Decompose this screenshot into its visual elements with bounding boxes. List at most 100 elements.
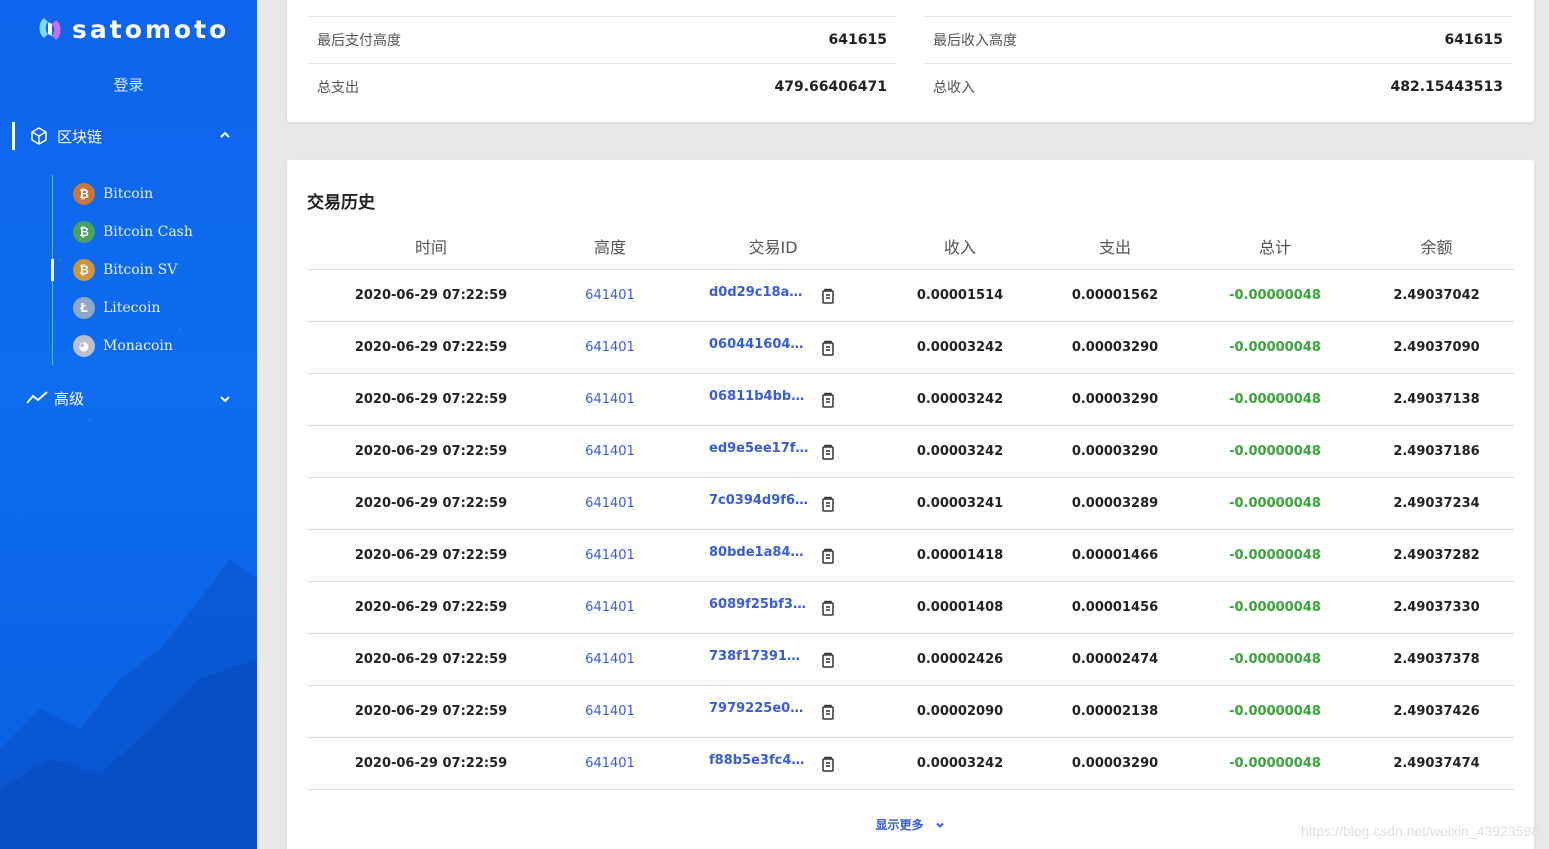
tx-income: 0.00001418 (916, 548, 1004, 563)
tx-height-link[interactable]: 641401 (555, 704, 665, 719)
trend-line-icon (26, 391, 48, 404)
last-received-height-row: 最后收入高度 641615 (923, 16, 1513, 63)
transaction-table: 时间 高度 交易ID 收入 支出 总计 余额 2020-06-29 07:22:… (307, 222, 1514, 790)
summary-label: 最后支付高度 (317, 33, 401, 49)
tx-id-link[interactable]: 80bde1a84f9f… (709, 545, 809, 560)
copy-icon[interactable] (819, 599, 837, 617)
tx-height-link[interactable]: 641401 (555, 392, 665, 407)
litecoin-icon: Ł (73, 297, 95, 319)
column-header-income[interactable]: 收入 (881, 234, 1039, 258)
copy-icon[interactable] (819, 547, 837, 565)
column-header-expense[interactable]: 支出 (1039, 234, 1191, 258)
section-title: 交易历史 (307, 193, 375, 213)
login-link[interactable]: 登录 (0, 74, 257, 95)
sidebar-item-litecoin[interactable]: Ł Litecoin (53, 289, 242, 327)
sidebar-item-monacoin[interactable]: ◕ Monacoin (53, 327, 242, 365)
tx-expense: 0.00002474 (1071, 652, 1159, 667)
tx-height-link[interactable]: 641401 (555, 340, 665, 355)
tx-total: -0.00000048 (1229, 756, 1321, 771)
tx-id-link[interactable]: d0d29c18a10… (709, 285, 809, 300)
table-row: 2020-06-29 07:22:59 641401 7c0394d9f64… 0.0… (307, 478, 1514, 530)
tx-time: 2020-06-29 07:22:59 (354, 600, 508, 615)
copy-icon[interactable] (819, 391, 837, 409)
tx-income: 0.00003242 (916, 444, 1004, 459)
tx-id-link[interactable]: 7c0394d9f64… (709, 493, 809, 508)
tx-id-cell: 060441604b8… (665, 337, 881, 357)
copy-icon[interactable] (819, 495, 837, 513)
chevron-down-icon (935, 822, 944, 828)
watermark: https://blog.csdn.net/weixin_43923598 (1300, 823, 1539, 839)
tx-time: 2020-06-29 07:22:59 (354, 548, 508, 563)
tx-height-link[interactable]: 641401 (555, 444, 665, 459)
copy-icon[interactable] (819, 755, 837, 773)
nav-blockchain[interactable]: 区块链 (12, 120, 242, 152)
column-header-height[interactable]: 高度 (555, 234, 665, 258)
tx-income: 0.00002426 (916, 652, 1004, 667)
table-header: 时间 高度 交易ID 收入 支出 总计 余额 (307, 222, 1514, 270)
table-row: 2020-06-29 07:22:59 641401 738f173915b… 0.0… (307, 634, 1514, 686)
sidebar-item-label: Bitcoin Cash (103, 224, 193, 240)
summary-label: 总收入 (933, 80, 975, 96)
tx-income: 0.00002090 (916, 704, 1004, 719)
tx-height-link[interactable]: 641401 (555, 496, 665, 511)
monacoin-icon: ◕ (73, 335, 95, 357)
table-row: 2020-06-29 07:22:59 641401 7979225e063… 0.0… (307, 686, 1514, 738)
tx-balance: 2.49037234 (1393, 496, 1480, 511)
chevron-down-icon[interactable] (218, 392, 232, 406)
tx-id-link[interactable]: 06811b4bb33… (709, 389, 809, 404)
sidebar: satomoto 登录 区块链 ₿ Bitcoin ₿ Bitcoin Cash… (0, 0, 257, 849)
tx-id-link[interactable]: 738f173915b… (709, 649, 809, 664)
tx-height-link[interactable]: 641401 (555, 288, 665, 303)
tx-time: 2020-06-29 07:22:59 (354, 652, 508, 667)
summary-right: 最后收入高度 641615 总收入 482.15443513 (923, 16, 1513, 110)
summary-value: 482.15443513 (1390, 79, 1503, 95)
tx-id-link[interactable]: 6089f25bf353… (709, 597, 809, 612)
tx-id-link[interactable]: 060441604b8… (709, 337, 809, 352)
sidebar-item-bitcoin-sv[interactable]: ₿ Bitcoin SV (51, 251, 242, 289)
tx-time: 2020-06-29 07:22:59 (354, 756, 508, 771)
column-header-total[interactable]: 总计 (1191, 234, 1359, 258)
tx-id-cell: f88b5e3fc444… (665, 753, 881, 773)
nav-advanced[interactable]: 高级 (26, 384, 242, 412)
sidebar-item-label: Bitcoin SV (103, 262, 178, 278)
total-received-row: 总收入 482.15443513 (923, 63, 1513, 110)
tx-height-link[interactable]: 641401 (555, 600, 665, 615)
summary-label: 最后收入高度 (933, 33, 1017, 49)
tx-total: -0.00000048 (1229, 652, 1321, 667)
copy-icon[interactable] (819, 339, 837, 357)
tx-id-cell: 06811b4bb33… (665, 389, 881, 409)
mountain-background-image (0, 559, 257, 849)
summary-label: 总支出 (317, 80, 359, 96)
tx-id-link[interactable]: f88b5e3fc444… (709, 753, 809, 768)
column-header-time[interactable]: 时间 (307, 234, 555, 258)
tx-income: 0.00003242 (916, 756, 1004, 771)
tx-total: -0.00000048 (1229, 288, 1321, 303)
tx-income: 0.00003242 (916, 392, 1004, 407)
column-header-balance[interactable]: 余额 (1359, 234, 1514, 258)
tx-id-cell: 7979225e063… (665, 701, 881, 721)
tx-id-link[interactable]: ed9e5ee17fc4… (709, 441, 809, 456)
copy-icon[interactable] (819, 703, 837, 721)
table-row: 2020-06-29 07:22:59 641401 d0d29c18a10… 0.0… (307, 270, 1514, 322)
table-row: 2020-06-29 07:22:59 641401 6089f25bf353… 0.… (307, 582, 1514, 634)
copy-icon[interactable] (819, 443, 837, 461)
tx-income: 0.00003242 (916, 340, 1004, 355)
brand-name: satomoto (72, 14, 230, 44)
tx-height-link[interactable]: 641401 (555, 652, 665, 667)
copy-icon[interactable] (819, 287, 837, 305)
tx-id-link[interactable]: 7979225e063… (709, 701, 809, 716)
tx-expense: 0.00002138 (1071, 704, 1159, 719)
tx-balance: 2.49037186 (1393, 444, 1480, 459)
sidebar-item-bitcoin[interactable]: ₿ Bitcoin (53, 175, 242, 213)
chevron-up-icon[interactable] (218, 128, 232, 142)
tx-expense: 0.00001466 (1071, 548, 1159, 563)
sidebar-item-bitcoin-cash[interactable]: ₿ Bitcoin Cash (53, 213, 242, 251)
summary-value: 641615 (828, 32, 887, 48)
brand-logo[interactable]: satomoto (36, 14, 229, 44)
tx-balance: 2.49037474 (1393, 756, 1480, 771)
tx-height-link[interactable]: 641401 (555, 548, 665, 563)
summary-left: 最后支付高度 641615 总支出 479.66406471 (307, 16, 897, 110)
tx-height-link[interactable]: 641401 (555, 756, 665, 771)
column-header-txid[interactable]: 交易ID (665, 234, 881, 258)
copy-icon[interactable] (819, 651, 837, 669)
